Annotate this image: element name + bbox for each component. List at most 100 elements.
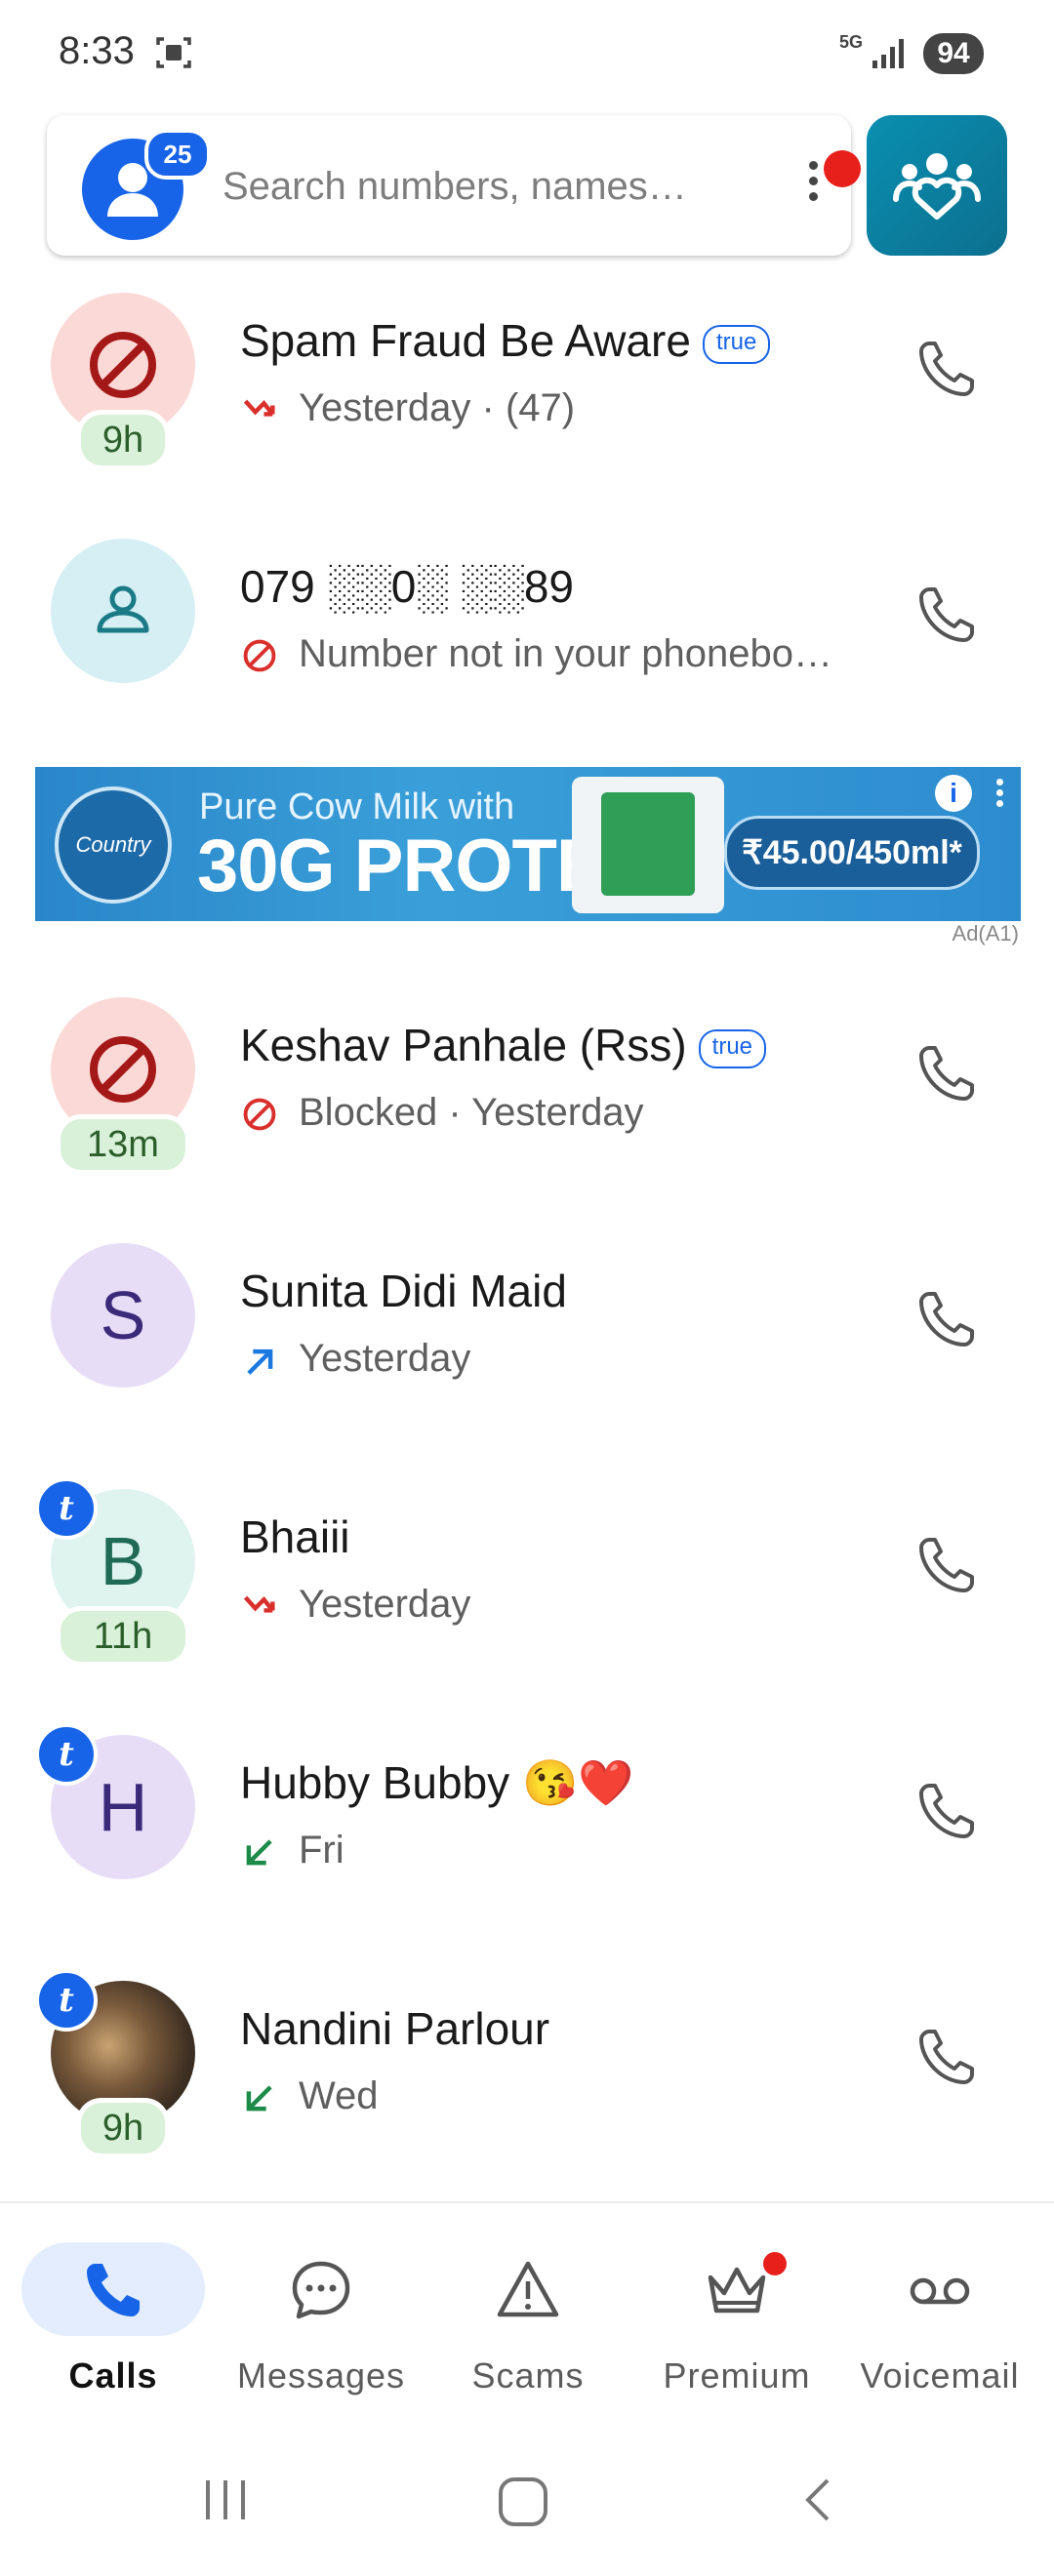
screenshot-icon [156, 37, 191, 68]
nav-calls[interactable]: Calls [21, 2242, 226, 2408]
crown-icon [708, 2267, 766, 2314]
contact-avatar[interactable] [51, 539, 195, 683]
family-icon [893, 153, 981, 220]
call-detail-text: Number not in your phonebo… [299, 632, 832, 675]
contact-name-text: Spam Fraud Be Aware [240, 315, 691, 366]
contact-name: Spam Fraud Be Aware true [240, 314, 771, 367]
call-button-phone-icon[interactable] [912, 1040, 980, 1108]
ad-info-icon[interactable]: i [935, 775, 972, 812]
chat-icon [292, 2261, 350, 2319]
contact-name-text: Nandini Parlour [240, 2003, 550, 2054]
family-button[interactable] [867, 115, 1007, 256]
call-log-row[interactable]: S Sunita Didi Maid Yesterday [0, 1243, 1054, 1477]
contact-name-text: Sunita Didi Maid [240, 1266, 567, 1316]
call-detail: Blocked · Yesterday [240, 1091, 644, 1135]
contact-name: Hubby Bubby 😘❤️ [240, 1756, 634, 1810]
call-log-row[interactable]: 13m Keshav Panhale (Rss) true Blocked · Yes… [0, 997, 1054, 1231]
status-bar: 8:33 5G 94 [0, 0, 1054, 107]
call-detail-text: Wed [299, 2074, 379, 2117]
network-type-icon: 5G [839, 32, 864, 52]
voicemail-icon [910, 2277, 970, 2305]
call-detail: Yesterday [240, 1337, 470, 1381]
truecaller-tag-icon: t [35, 1723, 98, 1786]
call-button-phone-icon[interactable] [912, 1778, 980, 1846]
missed-call-icon [243, 1596, 275, 1614]
avatar-letter: H [98, 1769, 148, 1845]
warning-icon [497, 2261, 559, 2317]
call-detail-text: Yesterday [299, 1583, 471, 1626]
contact-avatar[interactable]: S [51, 1243, 195, 1388]
notification-dot [824, 150, 861, 187]
ad-banner[interactable]: Country Delight Pure Cow Milk with 30G P… [35, 767, 1021, 921]
call-detail: Fri [240, 1829, 345, 1872]
search-input[interactable] [221, 158, 751, 215]
call-log-row[interactable]: 9h Spam Fraud Be Aware true Yesterday · (47… [0, 293, 1054, 527]
time-pill: 11h [56, 1606, 190, 1667]
truecaller-tag-icon: t [35, 1969, 98, 2032]
nav-label: Calls [68, 2355, 158, 2395]
contact-name: Nandini Parlour [240, 2002, 549, 2055]
call-log-row[interactable]: 079 ░░0░ ░░89 Number not in your phonebo… [0, 539, 1054, 773]
contact-name: Bhaiii [240, 1510, 350, 1563]
contact-name-text: Hubby Bubby 😘❤️ [240, 1757, 634, 1808]
avatar-letter: S [100, 1277, 146, 1353]
contact-name-text: Keshav Panhale (Rss) [240, 1020, 687, 1070]
avatar-letter: B [100, 1523, 146, 1599]
nav-scams[interactable]: Scams [426, 2242, 630, 2408]
call-button-phone-icon[interactable] [912, 1286, 980, 1354]
premium-notification-dot [763, 2252, 787, 2275]
signal-icon [872, 39, 904, 68]
verified-badge: true [702, 324, 771, 364]
ad-price: ₹45.00/450ml* [724, 816, 980, 890]
person-icon [97, 585, 149, 633]
bottom-navigation: Calls Messages Scams Premium Voicemail [0, 2201, 1054, 2428]
time-pill: 9h [76, 410, 170, 470]
ad-headline: Pure Cow Milk with [199, 786, 515, 827]
call-button-phone-icon[interactable] [912, 336, 980, 404]
search-bar[interactable]: 25 [47, 115, 861, 256]
verified-badge: true [698, 1028, 767, 1068]
contact-name: Keshav Panhale (Rss) true [240, 1019, 767, 1071]
system-navigation-bar [0, 2439, 1054, 2576]
ad-more-icon[interactable] [992, 775, 1007, 814]
truecaller-tag-icon: t [35, 1477, 98, 1540]
clock: 8:33 [59, 29, 135, 72]
call-log-row[interactable]: t 9h Nandini Parlour Wed [0, 1969, 1054, 2215]
nav-label: Messages [236, 2355, 406, 2395]
battery-indicator: 94 [923, 33, 984, 74]
recents-icon[interactable] [200, 2475, 251, 2525]
time-pill: 9h [76, 2098, 170, 2158]
contact-name-text: 079 ░░0░ ░░89 [240, 561, 575, 612]
contact-name-text: Bhaiii [240, 1511, 350, 1562]
nav-label: Premium [663, 2355, 811, 2395]
nav-label: Voicemail [860, 2355, 1020, 2395]
back-icon[interactable] [794, 2475, 845, 2525]
time-pill: 13m [56, 1114, 190, 1175]
call-button-phone-icon[interactable] [912, 2024, 980, 2092]
call-button-phone-icon[interactable] [912, 582, 980, 650]
home-icon[interactable] [496, 2475, 550, 2529]
nav-premium[interactable]: Premium [634, 2242, 839, 2408]
call-button-phone-icon[interactable] [912, 1532, 980, 1600]
call-log-row[interactable]: Ht Hubby Bubby 😘❤️ Fri [0, 1723, 1054, 1969]
call-detail: Number not in your phonebo… [240, 632, 832, 676]
call-detail-text: Blocked · Yesterday [299, 1091, 644, 1134]
nav-voicemail[interactable]: Voicemail [837, 2242, 1042, 2408]
missed-call-icon [243, 400, 275, 418]
call-detail: Wed [240, 2074, 379, 2118]
call-detail-text: Yesterday · (47) [299, 386, 576, 429]
nav-label: Scams [471, 2355, 585, 2395]
incoming-call-icon [246, 2085, 272, 2112]
phone-icon [87, 2264, 140, 2316]
notification-badge: 25 [144, 129, 211, 180]
ad-product-image [572, 777, 724, 913]
outgoing-call-icon [247, 1349, 273, 1376]
call-log-row[interactable]: Bt 11h Bhaiii Yesterday [0, 1477, 1054, 1723]
call-detail-text: Yesterday [299, 1337, 471, 1380]
nav-messages[interactable]: Messages [219, 2242, 424, 2408]
call-detail: Yesterday · (47) [240, 386, 575, 430]
contact-name: 079 ░░0░ ░░89 [240, 560, 574, 613]
call-detail: Yesterday [240, 1583, 470, 1627]
ad-label: Ad(A1) [952, 921, 1019, 946]
incoming-call-icon [246, 1839, 272, 1866]
